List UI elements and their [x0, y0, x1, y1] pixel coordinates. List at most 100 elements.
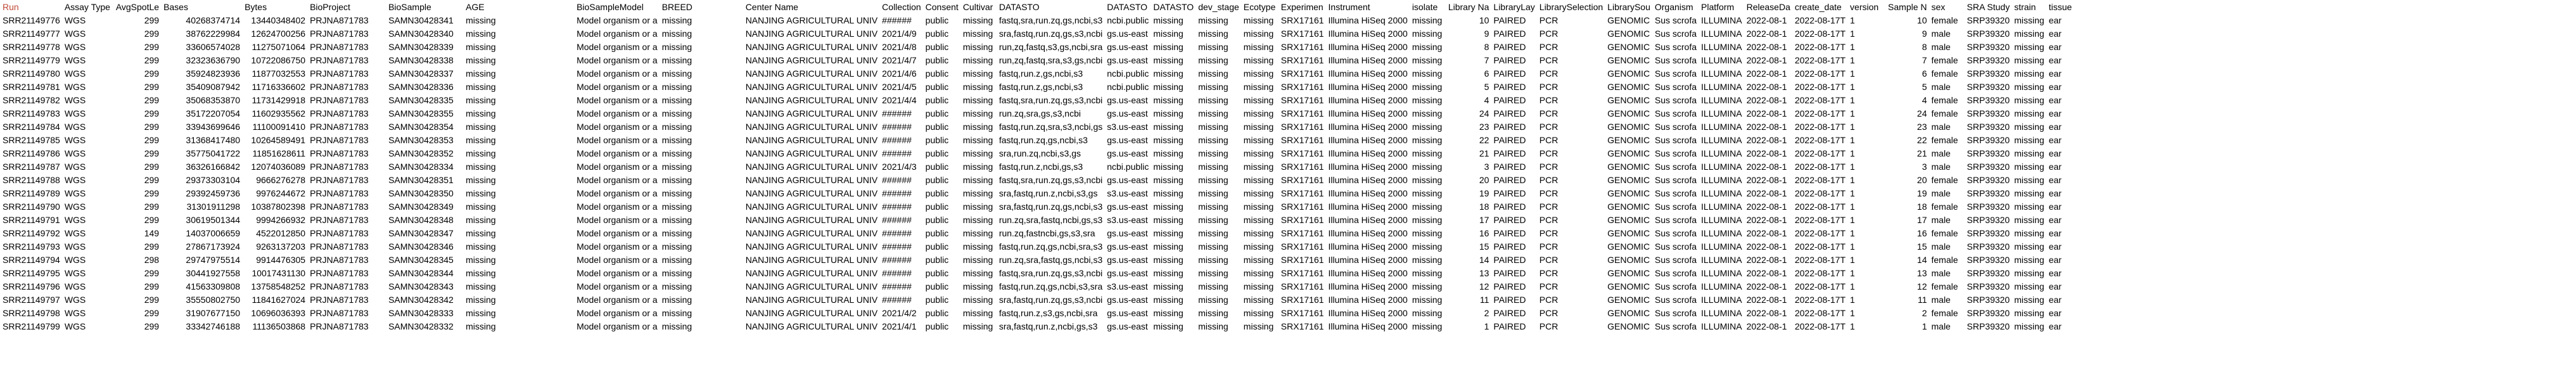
header-cell-avgspot[interactable]: AvgSpotLe [113, 0, 162, 14]
cell-avgspot[interactable]: 299 [113, 120, 162, 134]
cell-organism[interactable]: Sus scrofa [1652, 93, 1700, 107]
cell-assay[interactable]: WGS [61, 173, 114, 187]
cell-bioproject[interactable]: PRJNA871783 [307, 293, 387, 307]
cell-sex[interactable]: female [1929, 253, 1965, 267]
cell-instrument[interactable]: Illumina HiSeq 2000 [1325, 120, 1410, 134]
cell-center[interactable]: NANJING AGRICULTURAL UNIV [743, 213, 881, 227]
cell-platform[interactable]: ILLUMINA [1699, 279, 1745, 293]
cell-samplename[interactable]: 16 [1885, 226, 1930, 240]
cell-selection[interactable]: PCR [1536, 186, 1606, 200]
cell-run[interactable]: SRR21149797 [0, 293, 63, 307]
cell-collection[interactable]: ###### [879, 13, 924, 27]
cell-instrument[interactable]: Illumina HiSeq 2000 [1325, 306, 1410, 320]
cell-collection[interactable]: ###### [879, 200, 924, 214]
cell-cultivar[interactable]: missing [960, 93, 997, 107]
cell-devstage[interactable]: missing [1196, 319, 1242, 333]
cell-organism[interactable]: Sus scrofa [1652, 200, 1700, 214]
cell-instrument[interactable]: Illumina HiSeq 2000 [1325, 200, 1410, 214]
cell-center[interactable]: NANJING AGRICULTURAL UNIV [743, 160, 881, 174]
cell-biosamplemodel[interactable]: Model organism or a [574, 120, 660, 134]
cell-source[interactable]: GENOMIC [1605, 40, 1653, 54]
cell-collection[interactable]: 2021/4/1 [879, 319, 924, 333]
cell-source[interactable]: GENOMIC [1605, 120, 1653, 134]
cell-assay[interactable]: WGS [61, 120, 114, 134]
cell-ecotype[interactable]: missing [1240, 13, 1279, 27]
cell-devstage[interactable]: missing [1196, 266, 1242, 280]
cell-devstage[interactable]: missing [1196, 173, 1242, 187]
cell-version[interactable]: 1 [1847, 106, 1887, 120]
cell-assay[interactable]: WGS [61, 93, 114, 107]
cell-cultivar[interactable]: missing [960, 186, 997, 200]
cell-run[interactable]: SRR21149779 [0, 53, 63, 67]
cell-version[interactable]: 1 [1847, 80, 1887, 94]
cell-cultivar[interactable]: missing [960, 146, 997, 160]
cell-sex[interactable]: female [1929, 93, 1965, 107]
cell-organism[interactable]: Sus scrofa [1652, 240, 1700, 253]
cell-cultivar[interactable]: missing [960, 306, 997, 320]
cell-avgspot[interactable]: 299 [113, 67, 162, 80]
cell-sex[interactable]: female [1929, 226, 1965, 240]
cell-devstage[interactable]: missing [1196, 226, 1242, 240]
cell-devstage[interactable]: missing [1196, 146, 1242, 160]
cell-experiment[interactable]: SRX17161 [1278, 306, 1327, 320]
cell-library[interactable]: 5 [1445, 80, 1492, 94]
cell-isolate[interactable]: missing [1409, 13, 1446, 27]
cell-srastudy[interactable]: SRP39320 [1964, 266, 2013, 280]
cell-createdate[interactable]: 2022-08-17T [1792, 226, 1849, 240]
cell-breed[interactable]: missing [659, 13, 744, 27]
cell-selection[interactable]: PCR [1536, 146, 1606, 160]
cell-platform[interactable]: ILLUMINA [1699, 106, 1745, 120]
cell-biosample[interactable]: SAMN30428336 [386, 80, 464, 94]
cell-srastudy[interactable]: SRP39320 [1964, 306, 2013, 320]
cell-assay[interactable]: WGS [61, 240, 114, 253]
cell-breed[interactable]: missing [659, 67, 744, 80]
cell-source[interactable]: GENOMIC [1605, 226, 1653, 240]
cell-consent[interactable]: public [922, 93, 961, 107]
cell-strain[interactable]: missing [2012, 40, 2047, 54]
cell-biosample[interactable]: SAMN30428354 [386, 120, 464, 134]
cell-organism[interactable]: Sus scrofa [1652, 120, 1700, 134]
cell-ecotype[interactable]: missing [1240, 53, 1279, 67]
cell-layout[interactable]: PAIRED [1491, 279, 1538, 293]
cell-datastore2[interactable]: ncbi.public [1104, 13, 1152, 27]
cell-isolate[interactable]: missing [1409, 213, 1446, 227]
cell-run[interactable]: SRR21149784 [0, 120, 63, 134]
cell-breed[interactable]: missing [659, 226, 744, 240]
header-cell-isolate[interactable]: isolate [1409, 0, 1446, 14]
cell-biosamplemodel[interactable]: Model organism or a [574, 67, 660, 80]
cell-devstage[interactable]: missing [1196, 40, 1242, 54]
cell-organism[interactable]: Sus scrofa [1652, 319, 1700, 333]
cell-collection[interactable]: ###### [879, 293, 924, 307]
cell-isolate[interactable]: missing [1409, 146, 1446, 160]
cell-srastudy[interactable]: SRP39320 [1964, 146, 2013, 160]
cell-samplename[interactable]: 14 [1885, 253, 1930, 267]
cell-age[interactable]: missing [463, 173, 575, 187]
cell-layout[interactable]: PAIRED [1491, 293, 1538, 307]
cell-assay[interactable]: WGS [61, 160, 114, 174]
header-cell-biosamplemodel[interactable]: BioSampleModel [574, 0, 660, 14]
cell-collection[interactable]: ###### [879, 213, 924, 227]
cell-datastore2[interactable]: gs.us-east [1104, 306, 1152, 320]
cell-bytes[interactable]: 11851628611 [242, 146, 309, 160]
cell-platform[interactable]: ILLUMINA [1699, 67, 1745, 80]
cell-biosample[interactable]: SAMN30428350 [386, 186, 464, 200]
cell-layout[interactable]: PAIRED [1491, 133, 1538, 147]
cell-library[interactable]: 3 [1445, 160, 1492, 174]
cell-datastore1[interactable]: run.zq,sra,fastq,ncbi,gs,s3 [996, 213, 1106, 227]
cell-biosamplemodel[interactable]: Model organism or a [574, 186, 660, 200]
cell-bytes[interactable]: 10017431130 [242, 266, 309, 280]
cell-tissue[interactable]: ear [2046, 40, 2094, 54]
cell-tissue[interactable]: ear [2046, 240, 2094, 253]
cell-library[interactable]: 8 [1445, 40, 1492, 54]
cell-assay[interactable]: WGS [61, 146, 114, 160]
cell-strain[interactable]: missing [2012, 67, 2047, 80]
cell-datastore2[interactable]: gs.us-east [1104, 27, 1152, 41]
cell-biosample[interactable]: SAMN30428333 [386, 306, 464, 320]
cell-sex[interactable]: female [1929, 67, 1965, 80]
cell-run[interactable]: SRR21149787 [0, 160, 63, 174]
cell-biosamplemodel[interactable]: Model organism or a [574, 293, 660, 307]
cell-organism[interactable]: Sus scrofa [1652, 146, 1700, 160]
cell-platform[interactable]: ILLUMINA [1699, 40, 1745, 54]
cell-createdate[interactable]: 2022-08-17T [1792, 293, 1849, 307]
cell-strain[interactable]: missing [2012, 213, 2047, 227]
